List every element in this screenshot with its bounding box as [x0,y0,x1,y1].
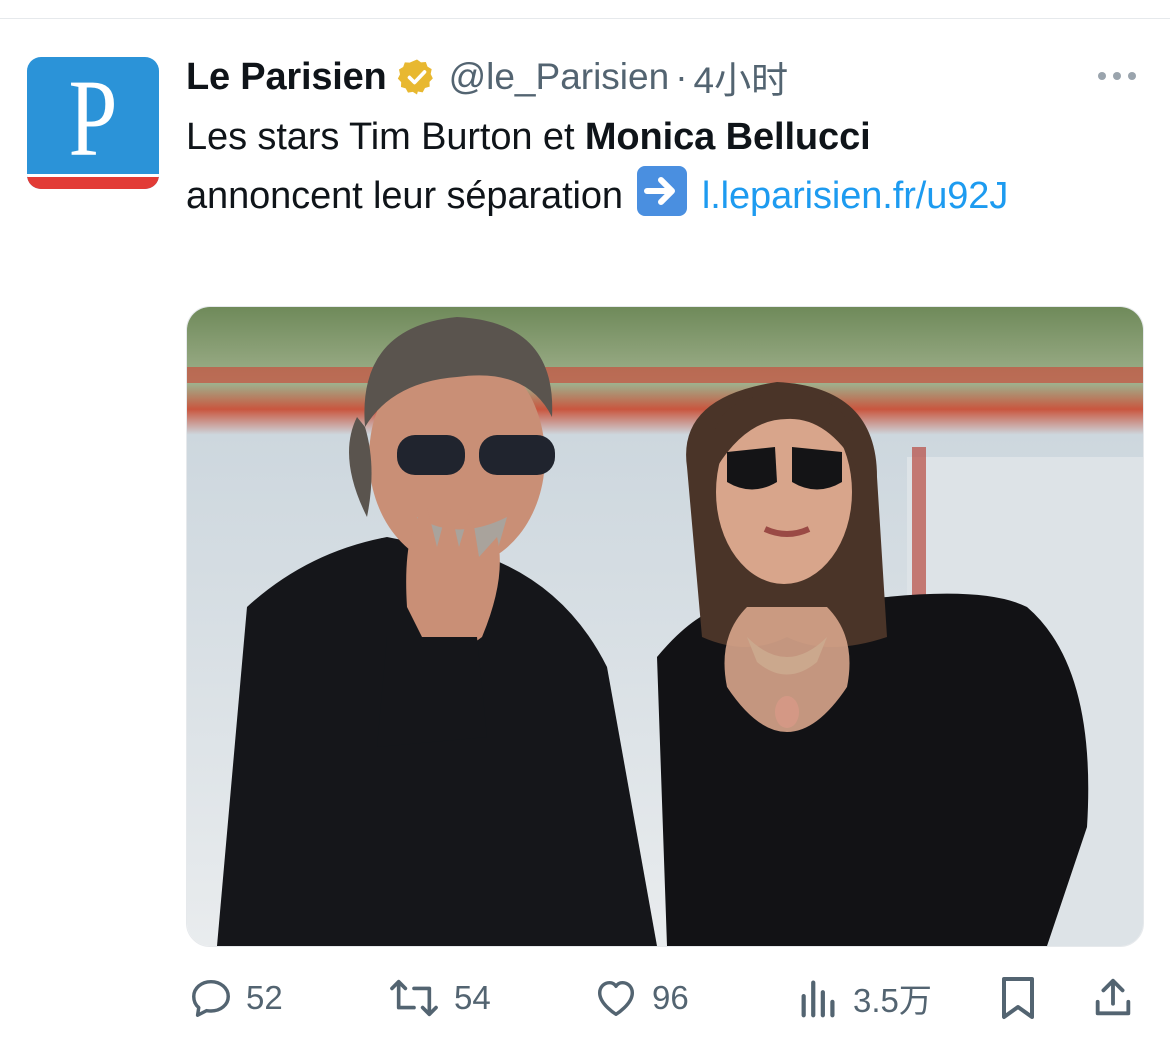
like-count: 96 [652,979,689,1016]
arrow-right-emoji-icon [637,166,688,216]
tweet-text-bold: Monica Bellucci [584,116,871,158]
more-dot [1113,72,1121,80]
reply-icon [192,979,230,1017]
post-time[interactable]: 4小时 [694,50,789,104]
avatar-stripe-red [27,177,159,189]
retweet-icon [390,979,438,1017]
bookmark-icon [1002,977,1034,1019]
tweet-text-part1: Les stars Tim Burton et [186,116,585,158]
share-icon [1095,978,1131,1016]
top-divider [0,18,1170,19]
tweet-actions: 52 54 96 3.5万 [0,965,1170,1035]
like-button[interactable]: 96 [592,965,689,1031]
heart-icon [597,980,635,1017]
avatar-letter: P [68,57,118,179]
views-icon [801,980,835,1018]
tweet-text: Les stars Tim Burton et Monica Bellucci … [186,108,1116,225]
tweet-photo[interactable] [186,306,1144,947]
retweet-button[interactable]: 54 [386,965,491,1031]
verified-badge-icon[interactable] [397,57,437,97]
reply-button[interactable]: 52 [188,965,283,1031]
more-options-icon[interactable] [1098,64,1136,88]
photo-image [187,307,1143,946]
tweet-header: Le Parisien @le_Parisien · 4小时 [186,52,788,102]
avatar[interactable]: P [27,57,159,189]
more-dot [1098,72,1106,80]
reply-count: 52 [246,979,283,1016]
author-handle[interactable]: @le_Parisien [449,56,670,98]
bookmark-button[interactable] [996,965,1040,1031]
share-button[interactable] [1090,965,1136,1031]
views-button[interactable]: 3.5万 [797,965,932,1031]
author-name[interactable]: Le Parisien [186,56,387,99]
retweet-count: 54 [454,979,491,1016]
header-separator: · [675,56,688,97]
tweet-link[interactable]: l.leparisien.fr/u92J [702,175,1008,217]
views-count: 3.5万 [853,982,932,1019]
more-dot [1128,72,1136,80]
tweet-text-part2: annoncent leur séparation [186,175,634,217]
